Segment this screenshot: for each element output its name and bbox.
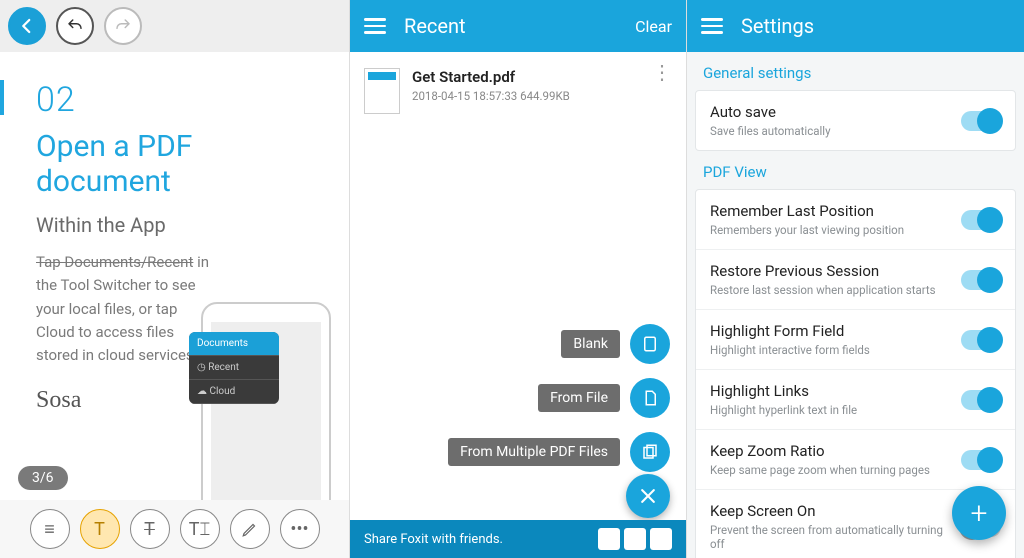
clear-button[interactable]: Clear bbox=[635, 17, 672, 36]
file-info: Get Started.pdf 2018-04-15 18:57:33 644.… bbox=[412, 68, 570, 103]
undo-button[interactable] bbox=[56, 7, 94, 45]
fab-close-button[interactable] bbox=[626, 474, 670, 518]
fab-menu: Blank From File From Multiple PDF Files bbox=[448, 324, 670, 472]
row-highlight-form[interactable]: Highlight Form FieldHighlight interactiv… bbox=[696, 309, 1015, 369]
general-card: Auto saveSave files automatically bbox=[695, 90, 1016, 151]
share-text: Share Foxit with friends. bbox=[364, 532, 503, 547]
page-indicator: 3/6 bbox=[18, 466, 68, 490]
row-highlight-links[interactable]: Highlight LinksHighlight hyperlink text … bbox=[696, 369, 1015, 429]
plus-icon: + bbox=[971, 496, 988, 531]
page-number-label: 02 bbox=[36, 80, 325, 120]
reader-bottombar: ≡ T T T⌶ ••• bbox=[0, 500, 349, 558]
recent-panel: Recent Clear Get Started.pdf 2018-04-15 … bbox=[349, 0, 686, 558]
doc-title: Open a PDF document bbox=[36, 130, 325, 199]
recent-title: Recent bbox=[404, 14, 466, 38]
arrow-left-icon bbox=[18, 17, 36, 35]
comment-icon: ≡ bbox=[44, 519, 55, 540]
redo-icon bbox=[114, 17, 132, 35]
recent-appbar: Recent Clear bbox=[350, 0, 686, 52]
more-icon: ••• bbox=[290, 519, 308, 540]
row-last-position[interactable]: Remember Last PositionRemembers your las… bbox=[696, 190, 1015, 249]
settings-title: Settings bbox=[741, 14, 814, 38]
highlight-icon: T bbox=[94, 519, 105, 540]
doc-subtitle: Within the App bbox=[36, 213, 325, 237]
strike-text: Tap Documents/Recent bbox=[36, 253, 193, 271]
file-icon bbox=[641, 389, 659, 407]
share-app-icon bbox=[598, 528, 620, 550]
toggle-highlight-links[interactable] bbox=[961, 390, 1001, 410]
undo-icon bbox=[66, 17, 84, 35]
file-more-button[interactable]: ⋮ bbox=[652, 68, 672, 76]
settings-body: General settings Auto saveSave files aut… bbox=[687, 52, 1024, 558]
section-general: General settings bbox=[687, 52, 1024, 90]
toggle-highlight-form[interactable] bbox=[961, 330, 1001, 350]
fab-add-button[interactable]: + bbox=[952, 486, 1006, 540]
fab-blank[interactable]: Blank bbox=[561, 324, 670, 364]
blank-page-icon bbox=[641, 335, 659, 353]
section-pdfview: PDF View bbox=[687, 151, 1024, 189]
fab-from-multiple[interactable]: From Multiple PDF Files bbox=[448, 432, 670, 472]
highlight-tool[interactable]: T bbox=[80, 509, 120, 549]
settings-panel: Settings General settings Auto saveSave … bbox=[686, 0, 1024, 558]
close-icon bbox=[638, 486, 658, 506]
text-cursor-tool[interactable]: T⌶ bbox=[180, 509, 220, 549]
files-icon bbox=[641, 443, 659, 461]
reader-panel: 02 Open a PDF document Within the App Ta… bbox=[0, 0, 349, 558]
menu-button[interactable] bbox=[364, 14, 386, 38]
menu-button[interactable] bbox=[701, 14, 723, 38]
menu-documents: Documents bbox=[189, 332, 279, 356]
share-bar[interactable]: Share Foxit with friends. bbox=[350, 520, 686, 558]
reader-topbar bbox=[0, 0, 349, 52]
toggle-last-position[interactable] bbox=[961, 210, 1001, 230]
redo-button[interactable] bbox=[104, 7, 142, 45]
file-meta: 2018-04-15 18:57:33 644.99KB bbox=[412, 89, 570, 103]
fab-from-file[interactable]: From File bbox=[538, 378, 670, 418]
document-body: 02 Open a PDF document Within the App Ta… bbox=[0, 52, 349, 500]
more-tools[interactable]: ••• bbox=[280, 509, 320, 549]
toggle-restore-session[interactable] bbox=[961, 270, 1001, 290]
menu-cloud: ☁ Cloud bbox=[189, 380, 279, 404]
strikeout-icon: T bbox=[144, 519, 155, 540]
share-app-icon bbox=[650, 528, 672, 550]
toggle-keep-zoom[interactable] bbox=[961, 450, 1001, 470]
pencil-icon bbox=[241, 520, 259, 538]
row-autosave[interactable]: Auto saveSave files automatically bbox=[696, 91, 1015, 150]
row-restore-session[interactable]: Restore Previous SessionRestore last ses… bbox=[696, 249, 1015, 309]
comment-tool[interactable]: ≡ bbox=[30, 509, 70, 549]
tool-switcher-menu: Documents ◷ Recent ☁ Cloud bbox=[189, 332, 279, 404]
menu-recent: ◷ Recent bbox=[189, 356, 279, 380]
file-name: Get Started.pdf bbox=[412, 68, 570, 86]
file-thumbnail bbox=[364, 68, 400, 114]
draw-tool[interactable] bbox=[230, 509, 270, 549]
file-row[interactable]: Get Started.pdf 2018-04-15 18:57:33 644.… bbox=[350, 52, 686, 130]
settings-appbar: Settings bbox=[687, 0, 1024, 52]
toggle-autosave[interactable] bbox=[961, 111, 1001, 131]
strikeout-tool[interactable]: T bbox=[130, 509, 170, 549]
back-button[interactable] bbox=[8, 7, 46, 45]
share-apps bbox=[598, 528, 672, 550]
row-keep-zoom[interactable]: Keep Zoom RatioKeep same page zoom when … bbox=[696, 429, 1015, 489]
text-cursor-icon: T⌶ bbox=[189, 519, 211, 540]
share-app-icon bbox=[624, 528, 646, 550]
